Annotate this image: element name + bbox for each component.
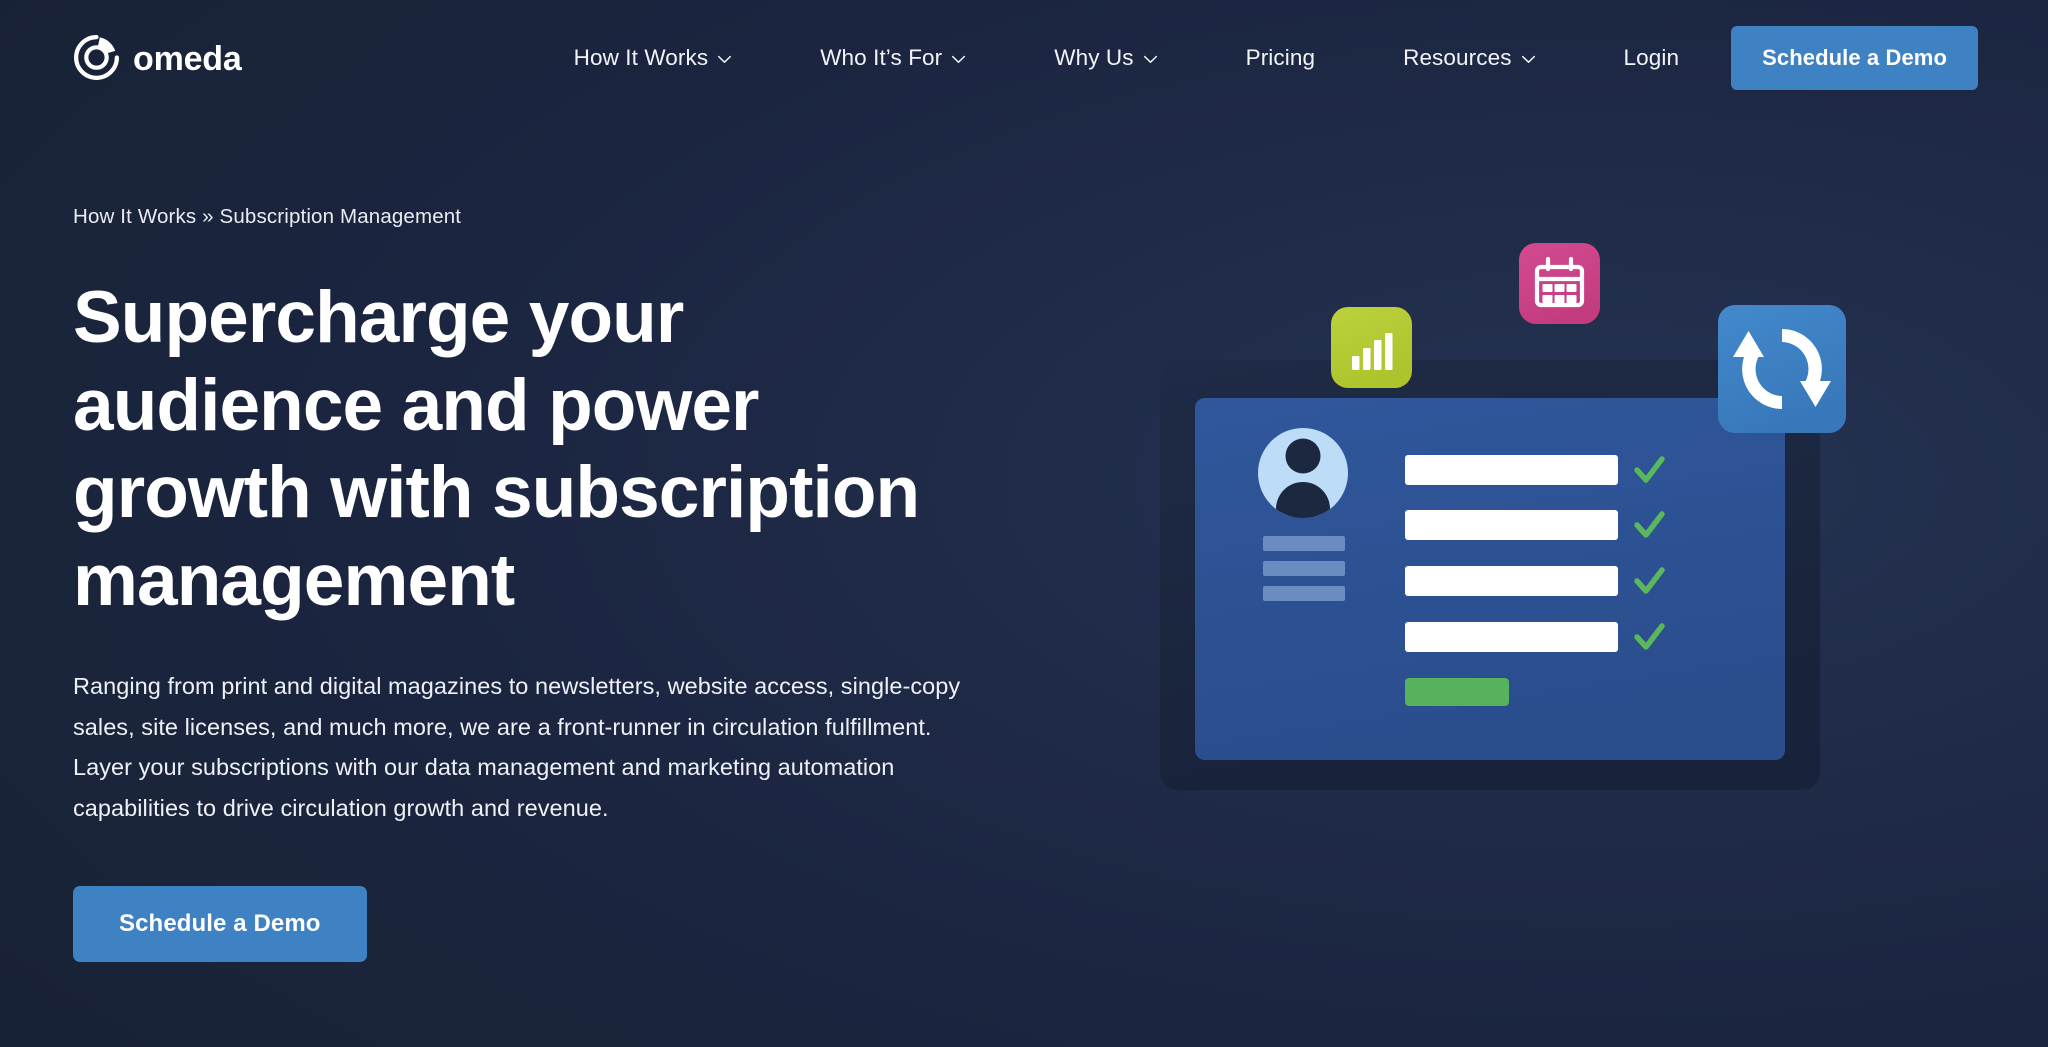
chevron-down-icon	[1521, 53, 1536, 63]
subscription-management-illustration	[1160, 230, 1950, 910]
page-background: omeda How It Works Who It’s For Why Us P…	[0, 0, 2048, 1047]
chevron-down-icon	[951, 53, 966, 63]
chevron-down-icon	[1143, 53, 1158, 63]
nav-item-login[interactable]: Login	[1624, 35, 1680, 81]
chevron-down-icon	[717, 53, 732, 63]
form-field-row	[1405, 566, 1618, 596]
form-field-row	[1405, 455, 1618, 485]
nav-item-how-it-works[interactable]: How It Works	[574, 35, 733, 81]
hero-section: How It Works » Subscription Management S…	[73, 205, 1073, 962]
header-schedule-demo-button[interactable]: Schedule a Demo	[1731, 25, 1978, 90]
page-title: Supercharge your audience and power grow…	[73, 277, 920, 621]
tile-calendar	[1519, 243, 1600, 324]
user-avatar-icon	[1258, 428, 1348, 518]
omeda-circle-logo-icon	[73, 34, 120, 81]
nav-item-who-its-for[interactable]: Who It’s For	[820, 35, 966, 81]
tile-sync	[1718, 305, 1846, 433]
hero-description: Ranging from print and digital magazines…	[73, 673, 961, 821]
tile-bar-chart	[1331, 307, 1412, 388]
omeda-logo[interactable]: omeda	[73, 34, 242, 81]
login-label: Login	[1623, 44, 1680, 70]
screen-submit-button	[1405, 678, 1509, 706]
nav-label: How It Works	[573, 44, 709, 70]
logo-wordmark: omeda	[133, 39, 242, 78]
main-navigation: How It Works Who It’s For Why Us Pricing	[574, 25, 1978, 90]
form-field-row	[1405, 622, 1618, 652]
hero-schedule-demo-button[interactable]: Schedule a Demo	[73, 886, 367, 962]
nav-label: Why Us	[1054, 44, 1134, 70]
form-field-row	[1405, 510, 1618, 540]
nav-item-why-us[interactable]: Why Us	[1054, 35, 1157, 81]
breadcrumb[interactable]: How It Works » Subscription Management	[73, 205, 1073, 229]
nav-label: Pricing	[1245, 44, 1316, 70]
site-header: omeda How It Works Who It’s For Why Us P…	[0, 0, 2048, 115]
profile-placeholder-bars	[1263, 536, 1345, 601]
nav-item-pricing[interactable]: Pricing	[1246, 35, 1315, 81]
nav-label: Resources	[1403, 44, 1512, 70]
nav-label: Who It’s For	[820, 44, 943, 70]
nav-item-resources[interactable]: Resources	[1403, 35, 1535, 81]
